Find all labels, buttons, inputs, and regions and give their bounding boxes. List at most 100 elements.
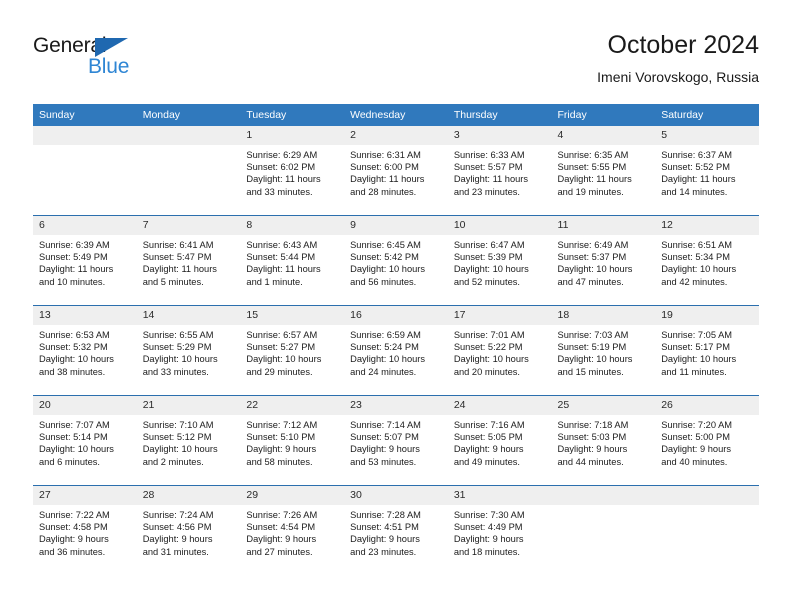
calendar-day-cell[interactable]: 12 Sunrise: 6:51 AM Sunset: 5:34 PM Dayligh… bbox=[655, 215, 759, 306]
calendar-day-cell[interactable]: 8 Sunrise: 6:43 AM Sunset: 5:44 PM Daylight… bbox=[240, 215, 345, 306]
day-sun-info: Sunrise: 6:49 AM Sunset: 5:37 PM Daylight:… bbox=[552, 235, 656, 288]
calendar-body: 1 Sunrise: 6:29 AM Sunset: 6:02 PM Daylight… bbox=[33, 126, 759, 575]
daylight-duration-line1: Daylight: 10 hours bbox=[453, 264, 529, 275]
daylight-duration-line2: and 2 minutes. bbox=[142, 456, 204, 467]
general-blue-logo[interactable]: General Blue bbox=[33, 34, 233, 90]
sunrise-time: Sunrise: 7:14 AM bbox=[350, 420, 421, 430]
day-number: 12 bbox=[655, 216, 759, 235]
day-number: 24 bbox=[447, 396, 552, 415]
calendar-day-cell[interactable]: 25 Sunrise: 7:18 AM Sunset: 5:03 PM Dayligh… bbox=[551, 395, 656, 486]
calendar-day-cell[interactable]: 9 Sunrise: 6:45 AM Sunset: 5:42 PM Daylight… bbox=[344, 215, 448, 306]
daylight-duration-line1: Daylight: 11 hours bbox=[142, 264, 217, 275]
day-number bbox=[655, 486, 759, 505]
calendar-day-cell[interactable]: 5 Sunrise: 6:37 AM Sunset: 5:52 PM Daylight… bbox=[655, 126, 759, 216]
calendar-day-cell[interactable]: 2 Sunrise: 6:31 AM Sunset: 6:00 PM Daylight… bbox=[344, 126, 448, 216]
title-block: October 2024 Imeni Vorovskogo, Russia bbox=[597, 30, 759, 87]
calendar-day-cell[interactable]: 1 Sunrise: 6:29 AM Sunset: 6:02 PM Daylight… bbox=[240, 126, 345, 216]
daylight-duration-line1: Daylight: 9 hours bbox=[350, 534, 420, 545]
daylight-duration-line2: and 33 minutes. bbox=[142, 366, 209, 377]
sunrise-time: Sunrise: 6:51 AM bbox=[661, 240, 733, 250]
calendar-header-row: Sunday Monday Tuesday Wednesday Thursday… bbox=[33, 104, 759, 126]
daylight-duration-line2: and 31 minutes. bbox=[142, 546, 209, 557]
sunrise-time: Sunrise: 6:33 AM bbox=[453, 150, 525, 160]
sunset-time: Sunset: 5:42 PM bbox=[350, 252, 419, 263]
sunset-time: Sunset: 5:32 PM bbox=[39, 342, 108, 353]
day-sun-info: Sunrise: 7:26 AM Sunset: 4:54 PM Daylight:… bbox=[240, 505, 344, 558]
daylight-duration-line2: and 5 minutes. bbox=[142, 276, 204, 287]
sunset-time: Sunset: 4:49 PM bbox=[453, 522, 523, 533]
sunrise-time: Sunrise: 6:49 AM bbox=[557, 240, 629, 250]
page-header: General Blue October 2024 Imeni Vorovsko… bbox=[33, 30, 759, 98]
daylight-duration-line1: Daylight: 11 hours bbox=[246, 264, 321, 275]
daylight-duration-line1: Daylight: 10 hours bbox=[350, 354, 426, 365]
calendar-day-cell[interactable]: 19 Sunrise: 7:05 AM Sunset: 5:17 PM Dayligh… bbox=[655, 305, 759, 396]
calendar-day-cell[interactable]: 17 Sunrise: 7:01 AM Sunset: 5:22 PM Dayligh… bbox=[447, 305, 552, 396]
calendar-day-cell[interactable]: 7 Sunrise: 6:41 AM Sunset: 5:47 PM Daylight… bbox=[136, 215, 241, 306]
daylight-duration-line2: and 44 minutes. bbox=[557, 456, 624, 467]
sunrise-time: Sunrise: 6:57 AM bbox=[246, 330, 318, 340]
sunrise-time: Sunrise: 6:39 AM bbox=[39, 240, 110, 250]
daylight-duration-line2: and 23 minutes. bbox=[453, 186, 520, 197]
day-number: 31 bbox=[447, 486, 552, 505]
calendar-day-cell-empty bbox=[655, 485, 759, 575]
sunrise-time: Sunrise: 7:22 AM bbox=[39, 510, 110, 520]
day-number: 3 bbox=[447, 126, 552, 145]
calendar-day-cell[interactable]: 20 Sunrise: 7:07 AM Sunset: 5:14 PM Dayligh… bbox=[33, 395, 137, 486]
logo-text-blue: Blue bbox=[88, 55, 130, 78]
daylight-duration-line1: Daylight: 9 hours bbox=[557, 444, 628, 455]
day-sun-info: Sunrise: 7:24 AM Sunset: 4:56 PM Daylight:… bbox=[137, 505, 241, 558]
daylight-duration-line1: Daylight: 11 hours bbox=[453, 174, 529, 185]
daylight-duration-line1: Daylight: 9 hours bbox=[661, 444, 731, 455]
sunset-time: Sunset: 5:27 PM bbox=[246, 342, 316, 353]
calendar-day-cell[interactable]: 16 Sunrise: 6:59 AM Sunset: 5:24 PM Dayligh… bbox=[344, 305, 448, 396]
calendar-page: General Blue October 2024 Imeni Vorovsko… bbox=[0, 0, 792, 612]
daylight-duration-line2: and 58 minutes. bbox=[246, 456, 313, 467]
day-sun-info: Sunrise: 7:03 AM Sunset: 5:19 PM Daylight:… bbox=[552, 325, 656, 378]
page-subtitle: Imeni Vorovskogo, Russia bbox=[597, 69, 759, 85]
calendar-day-cell[interactable]: 23 Sunrise: 7:14 AM Sunset: 5:07 PM Dayligh… bbox=[344, 395, 448, 486]
sunrise-time: Sunrise: 6:53 AM bbox=[39, 330, 110, 340]
calendar-day-cell[interactable]: 31 Sunrise: 7:30 AM Sunset: 4:49 PM Dayligh… bbox=[447, 485, 552, 575]
sunset-time: Sunset: 5:37 PM bbox=[557, 252, 627, 263]
day-sun-info: Sunrise: 7:18 AM Sunset: 5:03 PM Daylight:… bbox=[552, 415, 656, 468]
calendar-day-cell[interactable]: 29 Sunrise: 7:26 AM Sunset: 4:54 PM Dayligh… bbox=[240, 485, 345, 575]
day-number: 23 bbox=[344, 396, 448, 415]
calendar-day-cell[interactable]: 21 Sunrise: 7:10 AM Sunset: 5:12 PM Dayligh… bbox=[136, 395, 241, 486]
calendar-day-cell[interactable]: 13 Sunrise: 6:53 AM Sunset: 5:32 PM Dayligh… bbox=[33, 305, 137, 396]
daylight-duration-line2: and 38 minutes. bbox=[39, 366, 106, 377]
daylight-duration-line1: Daylight: 10 hours bbox=[246, 354, 322, 365]
calendar-day-cell[interactable]: 22 Sunrise: 7:12 AM Sunset: 5:10 PM Dayligh… bbox=[240, 395, 345, 486]
sunrise-time: Sunrise: 7:16 AM bbox=[453, 420, 525, 430]
daylight-duration-line2: and 24 minutes. bbox=[350, 366, 417, 377]
calendar-day-cell[interactable]: 28 Sunrise: 7:24 AM Sunset: 4:56 PM Dayligh… bbox=[136, 485, 241, 575]
sunset-time: Sunset: 5:34 PM bbox=[661, 252, 730, 263]
calendar-day-cell[interactable]: 26 Sunrise: 7:20 AM Sunset: 5:00 PM Dayligh… bbox=[655, 395, 759, 486]
day-number: 2 bbox=[344, 126, 448, 145]
day-number bbox=[136, 126, 241, 145]
sunset-time: Sunset: 5:05 PM bbox=[453, 432, 523, 443]
day-number: 26 bbox=[655, 396, 759, 415]
daylight-duration-line2: and 28 minutes. bbox=[350, 186, 417, 197]
calendar-day-cell[interactable]: 10 Sunrise: 6:47 AM Sunset: 5:39 PM Dayligh… bbox=[447, 215, 552, 306]
calendar-week-row: 27 Sunrise: 7:22 AM Sunset: 4:58 PM Dayligh… bbox=[33, 485, 759, 575]
calendar-day-cell[interactable]: 24 Sunrise: 7:16 AM Sunset: 5:05 PM Dayligh… bbox=[447, 395, 552, 486]
calendar-day-cell[interactable]: 30 Sunrise: 7:28 AM Sunset: 4:51 PM Dayligh… bbox=[344, 485, 448, 575]
sunrise-time: Sunrise: 7:03 AM bbox=[557, 330, 629, 340]
day-sun-info: Sunrise: 6:59 AM Sunset: 5:24 PM Daylight:… bbox=[344, 325, 448, 378]
calendar-day-cell[interactable]: 18 Sunrise: 7:03 AM Sunset: 5:19 PM Dayligh… bbox=[551, 305, 656, 396]
day-number: 30 bbox=[344, 486, 448, 505]
calendar-day-cell[interactable]: 15 Sunrise: 6:57 AM Sunset: 5:27 PM Dayligh… bbox=[240, 305, 345, 396]
calendar-day-cell[interactable]: 27 Sunrise: 7:22 AM Sunset: 4:58 PM Dayligh… bbox=[33, 485, 137, 575]
daylight-duration-line1: Daylight: 10 hours bbox=[661, 354, 737, 365]
calendar-day-cell[interactable]: 6 Sunrise: 6:39 AM Sunset: 5:49 PM Daylight… bbox=[33, 215, 137, 306]
calendar-day-cell[interactable]: 14 Sunrise: 6:55 AM Sunset: 5:29 PM Dayligh… bbox=[136, 305, 241, 396]
daylight-duration-line1: Daylight: 10 hours bbox=[453, 354, 529, 365]
weekday-header-monday: Monday bbox=[136, 104, 241, 126]
sunset-time: Sunset: 5:24 PM bbox=[350, 342, 419, 353]
calendar-day-cell[interactable]: 3 Sunrise: 6:33 AM Sunset: 5:57 PM Daylight… bbox=[447, 126, 552, 216]
day-number: 6 bbox=[33, 216, 137, 235]
calendar-day-cell[interactable]: 11 Sunrise: 6:49 AM Sunset: 5:37 PM Dayligh… bbox=[551, 215, 656, 306]
day-sun-info: Sunrise: 6:45 AM Sunset: 5:42 PM Daylight:… bbox=[344, 235, 448, 288]
calendar-day-cell[interactable]: 4 Sunrise: 6:35 AM Sunset: 5:55 PM Daylight… bbox=[551, 126, 656, 216]
sunset-time: Sunset: 5:00 PM bbox=[661, 432, 730, 443]
